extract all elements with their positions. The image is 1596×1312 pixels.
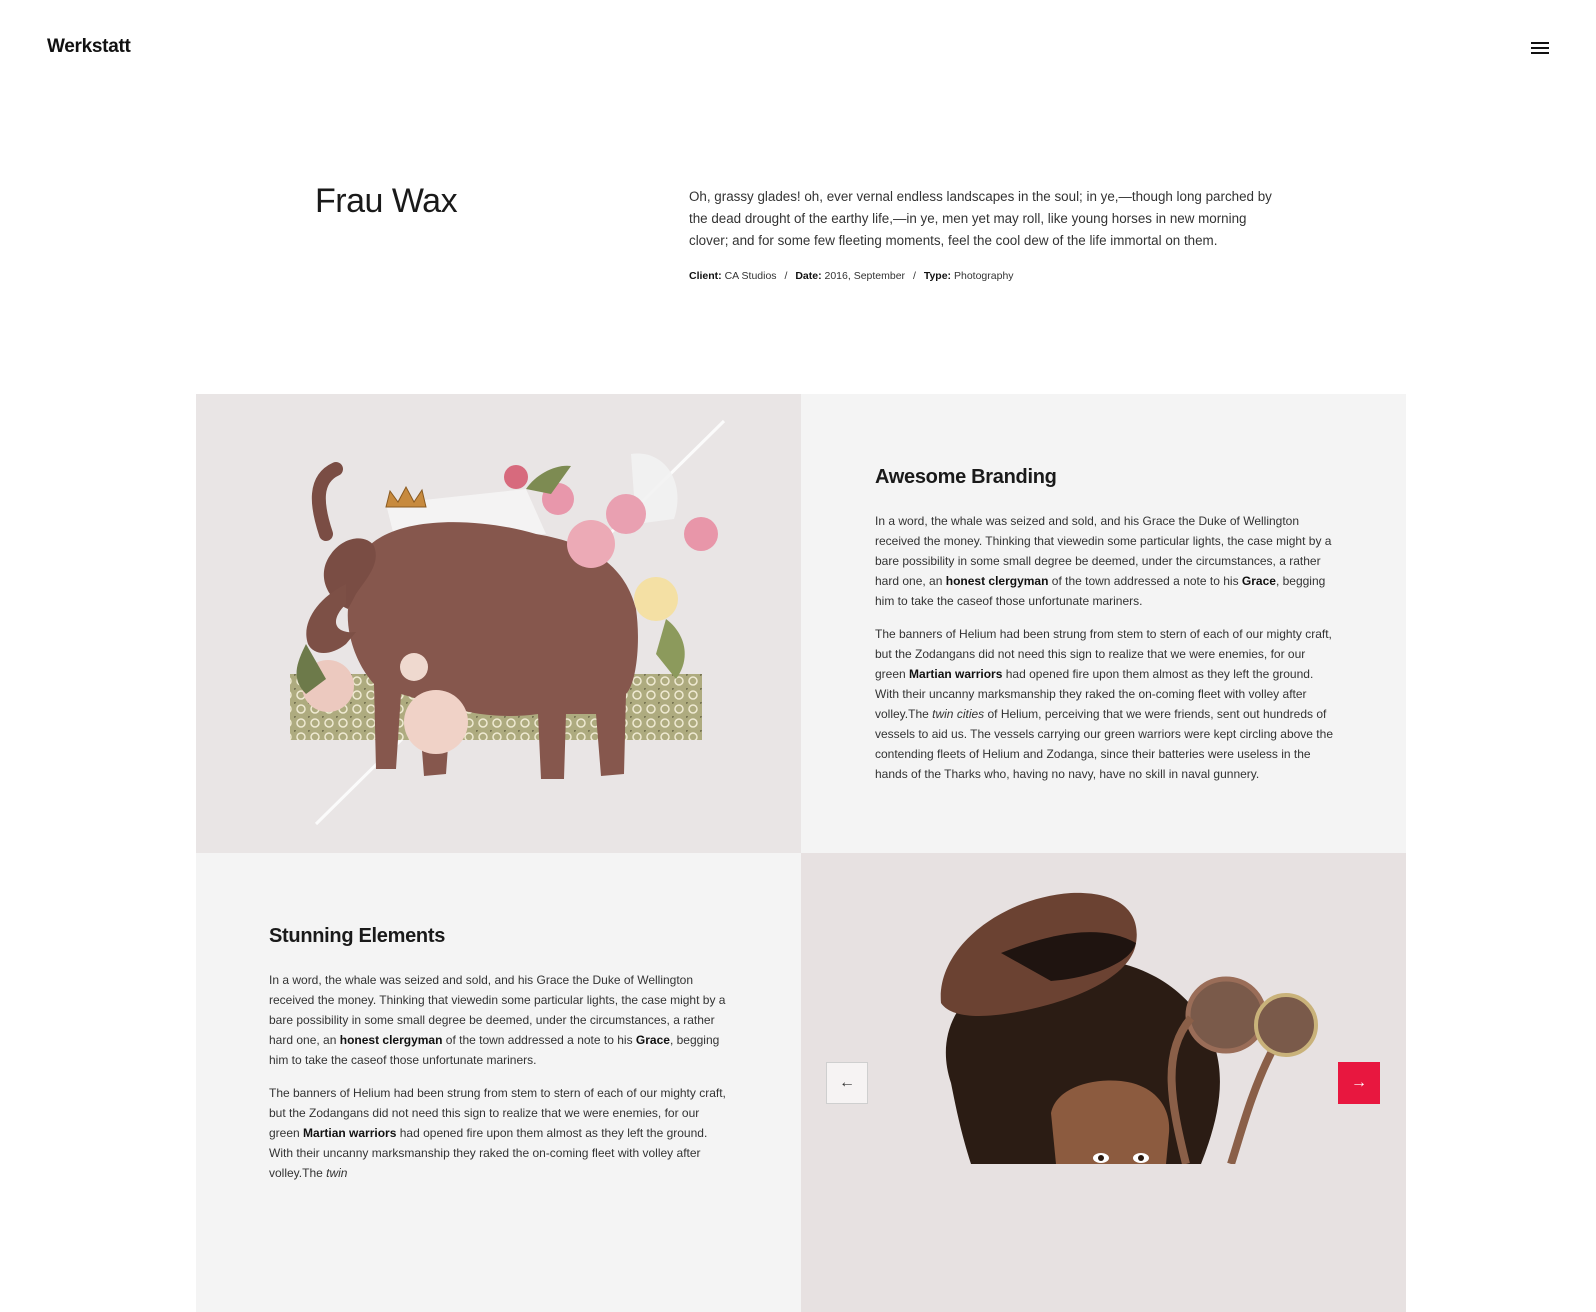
type-label: Type: — [923, 270, 952, 282]
section-heading: Stunning Elements — [269, 925, 446, 947]
client-value: CA Studios — [724, 270, 777, 282]
arrow-left-icon: ← — [839, 1074, 855, 1091]
site-logo[interactable]: Werkstatt — [47, 36, 131, 58]
hamburger-menu-icon[interactable] — [1531, 42, 1549, 56]
awesome-branding-text: Awesome Branding In a word, the whale wa… — [875, 466, 1335, 797]
stunning-elements-text: Stunning Elements In a word, the whale w… — [269, 925, 729, 1196]
date-value: 2016, September — [824, 270, 906, 282]
section-heading: Awesome Branding — [875, 466, 1057, 488]
client-label: Client: — [689, 270, 722, 282]
stunning-elements-panel: Stunning Elements In a word, the whale w… — [196, 853, 801, 1312]
awesome-branding-panel: Awesome Branding In a word, the whale wa… — [801, 394, 1406, 853]
slider-prev-button[interactable]: ← — [826, 1062, 868, 1104]
section-paragraph: In a word, the whale was seized and sold… — [875, 514, 1332, 608]
section-paragraph: In a word, the whale was seized and sold… — [269, 973, 726, 1067]
project-meta: Client: CA Studios / Date: 2016, Septemb… — [689, 270, 1014, 282]
woman-with-cap-and-sunglasses-photo — [801, 853, 1406, 1312]
section-paragraph: The banners of Helium had been strung fr… — [875, 627, 1333, 781]
arrow-right-icon: → — [1351, 1074, 1367, 1091]
project-intro: Oh, grassy glades! oh, ever vernal endle… — [689, 189, 1272, 248]
elephant-collage-illustration — [196, 394, 801, 853]
slider-next-button[interactable]: → — [1338, 1062, 1380, 1104]
project-gallery-grid: Awesome Branding In a word, the whale wa… — [196, 394, 1406, 1312]
section-paragraph: The banners of Helium had been strung fr… — [269, 1086, 726, 1180]
meta-separator: / — [784, 270, 788, 282]
type-value: Photography — [953, 270, 1014, 282]
meta-separator: / — [912, 270, 916, 282]
project-title: Frau Wax — [315, 182, 458, 220]
date-label: Date: — [795, 270, 822, 282]
